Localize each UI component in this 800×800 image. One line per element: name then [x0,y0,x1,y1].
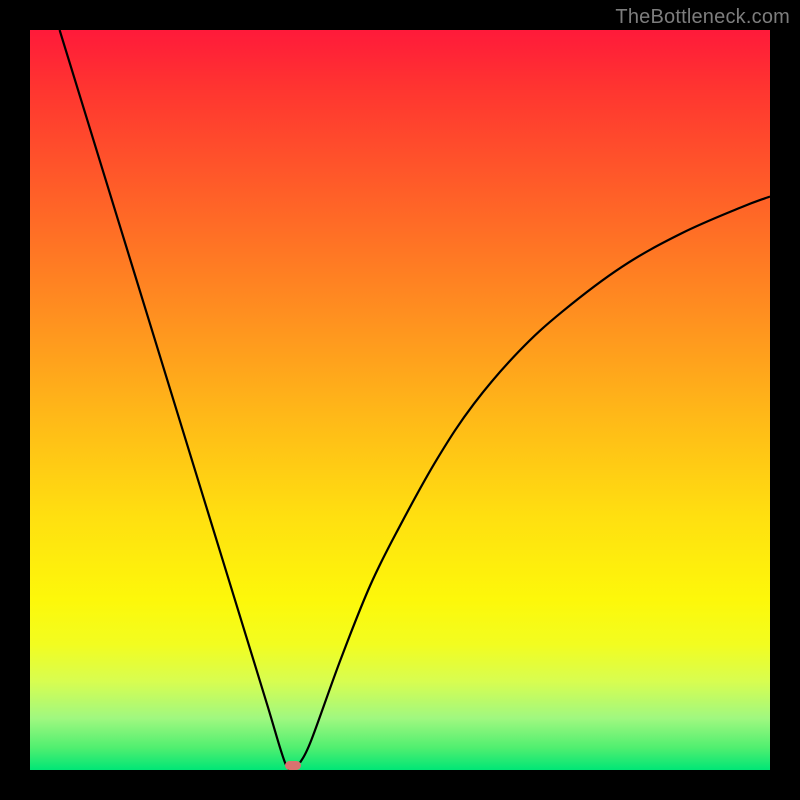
bottleneck-marker [285,761,301,769]
curve-left [60,30,293,769]
plot-area [30,30,770,770]
watermark-text: TheBottleneck.com [615,6,790,29]
curve-right [300,197,770,763]
curve-svg [30,30,770,770]
chart-container: TheBottleneck.com [0,0,800,800]
